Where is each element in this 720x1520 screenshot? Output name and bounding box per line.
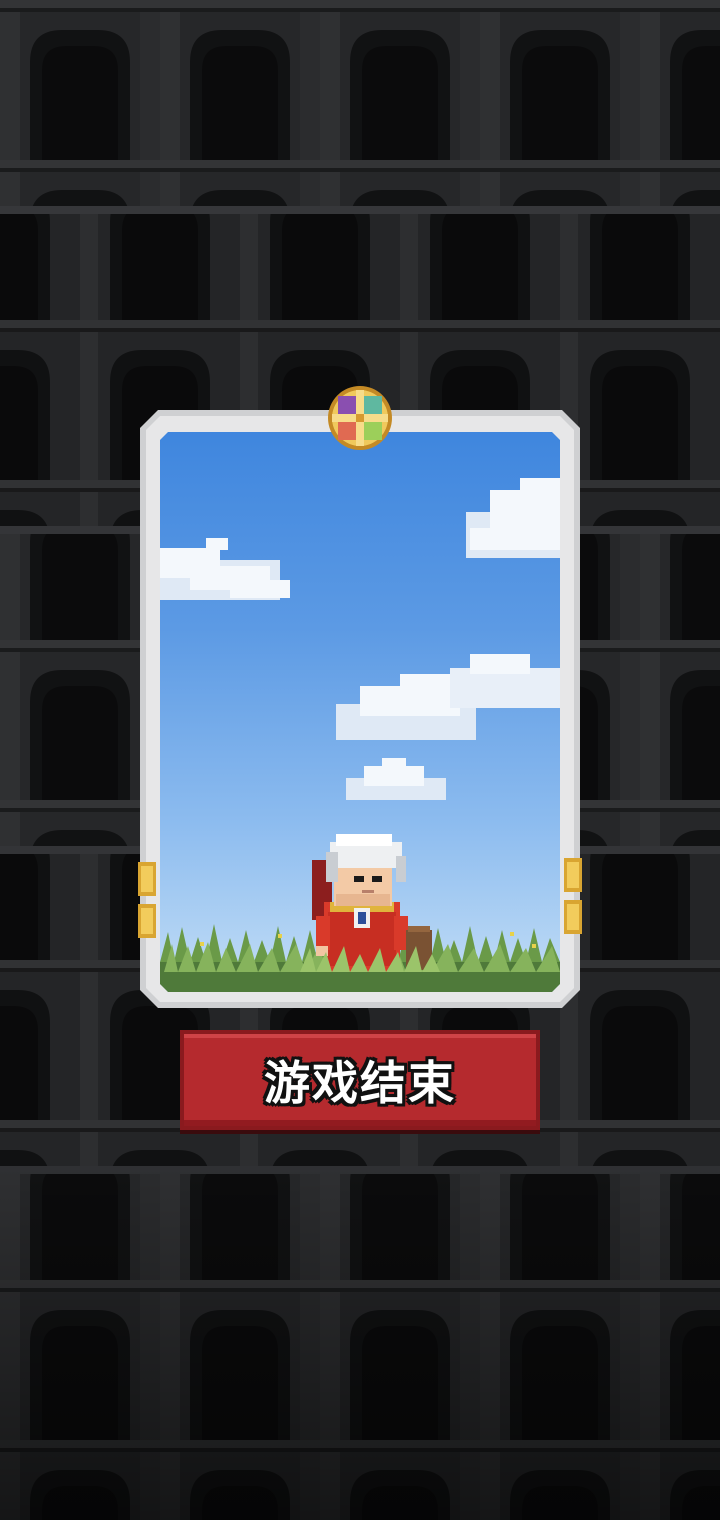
gold-side-tab-icon	[138, 862, 156, 938]
gold-side-tab-icon	[564, 858, 582, 934]
character-card	[138, 386, 582, 1008]
floor-shadow	[0, 1165, 720, 1520]
game-over-button[interactable]: 游戏结束	[180, 1030, 540, 1130]
cloud-icon	[466, 478, 560, 558]
game-over-screen: 游戏结束	[0, 0, 720, 1520]
card-artwork	[160, 432, 560, 992]
cloud-icon	[336, 654, 560, 740]
cloud-icon	[346, 758, 446, 800]
game-over-label: 游戏结束	[264, 1056, 456, 1110]
sky-scene	[160, 432, 560, 992]
four-color-cross-emblem-icon	[328, 386, 392, 450]
cloud-icon	[160, 538, 290, 600]
